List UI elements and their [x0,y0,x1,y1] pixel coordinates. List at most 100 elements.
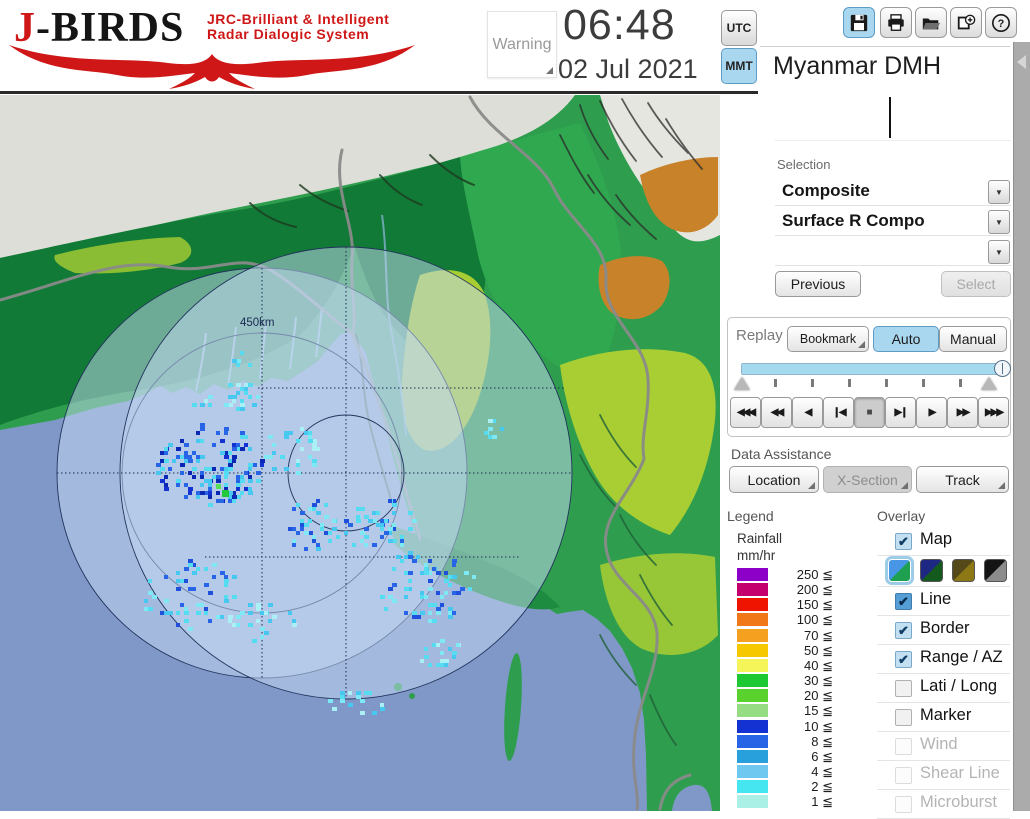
legend-row: 15 ≦ [737,703,847,718]
legend-color-swatch [737,734,768,748]
legend-row: 50 ≦ [737,643,847,658]
add-image-button[interactable] [950,7,982,38]
legend-color-swatch [737,613,768,627]
legend-value: 150 ≦ [796,597,833,613]
product-dropdown[interactable]: Surface R Compo ▼ [775,209,1011,236]
product-info-field[interactable] [775,95,1011,141]
help-button[interactable]: ? [985,7,1017,38]
legend-row: 40 ≦ [737,658,847,673]
timeline-tick [959,379,962,387]
overlay-item-shear-line[interactable]: Shear Line [877,761,1010,790]
fast-forward-3-button[interactable]: ▶▶▶ [978,397,1009,428]
field-divider [889,97,891,138]
category-dropdown-value: Composite [782,181,870,200]
timeline-slider-handle[interactable] [994,360,1011,377]
legend-value: 8 ≦ [811,733,833,749]
print-button[interactable] [880,7,912,38]
step-back-button[interactable]: ❙◀ [823,397,854,428]
stop-button[interactable]: ■ [854,397,885,428]
x-section-button[interactable]: X-Section [823,466,912,493]
timeline-start-marker[interactable] [734,377,750,390]
legend-color-swatch [737,780,768,794]
replay-group: Replay Bookmark Auto Manual ◀◀◀ ◀◀ ◀ ❙◀ ■ ▶❙ ▶… [727,317,1011,437]
fast-forward-2-button[interactable]: ▶▶ [947,397,978,428]
overlay-label: Map [920,530,953,548]
checkbox-map[interactable]: ✔ [895,533,912,550]
radar-map-view[interactable]: 450km [0,95,720,811]
checkbox-border[interactable]: ✔ [895,622,912,639]
auto-mode-button[interactable]: Auto [873,326,939,352]
overlay-item-range-az[interactable]: ✔ Range / AZ [877,645,1010,674]
utc-button[interactable]: UTC [721,10,757,46]
overlay-item-map[interactable]: ✔ Map [877,527,1010,556]
location-button[interactable]: Location [729,466,819,493]
track-button[interactable]: Track [916,466,1009,493]
overlay-label: Microburst [920,793,998,811]
timeline-tick [922,379,925,387]
replay-timeline-slider[interactable] [741,360,1011,377]
select-button[interactable]: Select [941,271,1011,297]
chevron-down-icon[interactable]: ▼ [988,240,1010,264]
jbirds-app: J-BIRDS JRC-Brilliant & Intelligent Rada… [0,0,1030,819]
playback-controls: ◀◀◀ ◀◀ ◀ ❙◀ ■ ▶❙ ▶ ▶▶ ▶▶▶ [730,397,1009,428]
checkbox-line[interactable]: ✔ [895,593,912,610]
panel-collapse-icon[interactable] [1017,55,1026,69]
map-style-navy-darkgreen[interactable] [920,559,943,582]
save-button[interactable] [843,7,875,38]
fast-rewind-3-button[interactable]: ◀◀◀ [730,397,761,428]
timeline-end-marker[interactable] [981,377,997,390]
station-name: Myanmar DMH [773,52,942,80]
checkbox-lati-long[interactable] [895,680,912,697]
checkbox-range-az[interactable]: ✔ [895,651,912,668]
overlay-item-line[interactable]: ✔ Line [877,587,1010,616]
checkbox-marker[interactable] [895,709,912,726]
warning-button[interactable]: Warning [487,11,557,78]
overlay-label: Shear Line [920,764,1000,782]
add-image-icon [957,14,976,29]
mmt-button[interactable]: MMT [721,48,757,84]
rain-echo-heavy-cell [216,484,221,489]
svg-text:?: ? [998,18,1005,30]
timeline-tick [811,379,814,387]
map-style-olive-gold[interactable] [952,559,975,582]
checkbox-wind[interactable] [895,738,912,755]
open-folder-button[interactable] [915,7,947,38]
legend-value: 4 ≦ [811,763,833,779]
logo-subtitle-line1: JRC-Brilliant & Intelligent [207,11,390,27]
overlay-item-wind[interactable]: Wind [877,732,1010,761]
option-dropdown[interactable]: ▼ [775,239,1011,266]
bookmark-button[interactable]: Bookmark [787,326,869,352]
play-button[interactable]: ▶ [916,397,947,428]
legend-color-swatch [737,795,768,809]
legend-row: 70 ≦ [737,628,847,643]
map-canvas: 450km [0,95,720,811]
map-style-black-gray[interactable] [984,559,1007,582]
manual-mode-button[interactable]: Manual [939,326,1007,352]
checkbox-shear-line[interactable] [895,767,912,784]
fast-rewind-2-button[interactable]: ◀◀ [761,397,792,428]
eagle-logo-icon [9,45,415,89]
overlay-item-border[interactable]: ✔ Border [877,616,1010,645]
chevron-down-icon[interactable]: ▼ [988,210,1010,234]
chevron-down-icon[interactable]: ▼ [988,180,1010,204]
map-style-blue-green[interactable] [885,556,914,585]
overlay-item-lati-long[interactable]: Lati / Long [877,674,1010,703]
timeline-tick [885,379,888,387]
open-folder-icon [922,17,941,29]
overlay-item-microburst[interactable]: Microburst [877,790,1010,819]
print-icon [888,13,904,31]
legend-color-swatch [737,704,768,718]
checkbox-microburst[interactable] [895,796,912,813]
legend-color-swatch [737,658,768,672]
legend-row: 2 ≦ [737,779,847,794]
category-dropdown[interactable]: Composite ▼ [775,179,1011,206]
panel-scrollbar[interactable] [1013,42,1030,811]
overlay-item-marker[interactable]: Marker [877,703,1010,732]
step-forward-button[interactable]: ▶❙ [885,397,916,428]
previous-button[interactable]: Previous [775,271,861,297]
legend-value: 6 ≦ [811,748,833,764]
clock-time: 06:48 [563,1,676,49]
selection-section-label: Selection [777,157,831,172]
play-reverse-button[interactable]: ◀ [792,397,823,428]
overlay-section-label: Overlay [877,508,926,524]
